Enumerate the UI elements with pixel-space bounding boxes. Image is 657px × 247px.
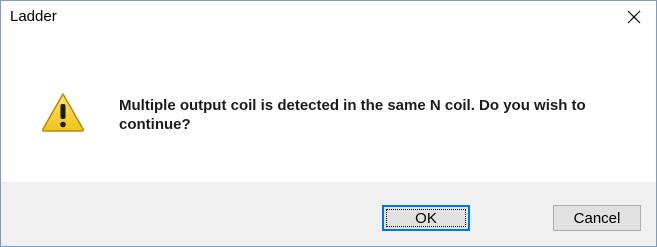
focus-ring [386, 209, 466, 227]
cancel-button[interactable]: Cancel [553, 205, 641, 231]
ok-button[interactable]: OK [382, 205, 470, 231]
button-bar: OK Cancel [1, 182, 656, 246]
cancel-button-label: Cancel [573, 209, 621, 227]
warning-icon [41, 92, 85, 132]
close-button[interactable] [612, 1, 656, 32]
title-bar[interactable]: Ladder [1, 1, 656, 32]
message-text: Multiple output coil is detected in the … [119, 97, 586, 133]
window-title: Ladder [10, 8, 57, 25]
close-icon [626, 9, 642, 25]
dialog-content: Multiple output coil is detected in the … [1, 32, 656, 182]
message-dialog: Ladder Multiple output coil is detected … [0, 0, 657, 247]
